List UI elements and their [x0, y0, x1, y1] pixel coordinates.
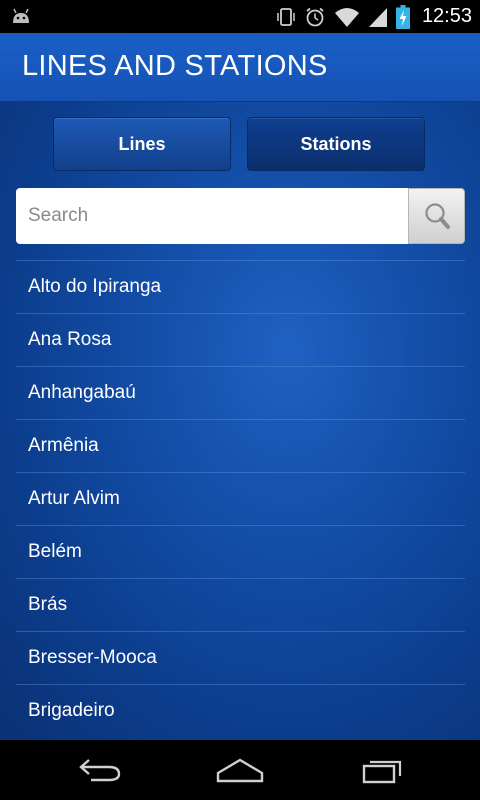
tab-stations[interactable]: Stations: [247, 117, 425, 171]
list-item[interactable]: Bresser-Mooca: [16, 631, 465, 684]
station-list: Alto do Ipiranga Ana Rosa Anhangabaú Arm…: [16, 260, 465, 737]
back-icon: [79, 759, 121, 782]
app-content: LINES AND STATIONS Lines Stations Alto d…: [0, 33, 480, 740]
list-item[interactable]: Belém: [16, 525, 465, 578]
list-item[interactable]: Alto do Ipiranga: [16, 260, 465, 313]
status-time: 12:53: [421, 5, 472, 27]
recent-apps-icon: [362, 760, 402, 784]
vibrate-icon: [277, 7, 295, 26]
list-item[interactable]: Brigadeiro: [16, 684, 465, 737]
android-notification-icon: [13, 8, 29, 23]
list-item[interactable]: Ana Rosa: [16, 313, 465, 366]
search-button[interactable]: [408, 188, 465, 244]
header: LINES AND STATIONS: [0, 33, 480, 102]
list-item[interactable]: Armênia: [16, 419, 465, 472]
list-item[interactable]: Artur Alvim: [16, 472, 465, 525]
home-button[interactable]: [215, 754, 265, 786]
list-item[interactable]: Brás: [16, 578, 465, 631]
list-item[interactable]: Anhangabaú: [16, 366, 465, 419]
navigation-bar: [0, 740, 480, 800]
signal-icon: [368, 7, 387, 27]
tab-lines[interactable]: Lines: [53, 117, 231, 171]
wifi-icon: [334, 7, 359, 27]
back-button[interactable]: [75, 754, 125, 786]
search-input[interactable]: [16, 188, 410, 244]
tab-bar: Lines Stations: [53, 117, 428, 173]
page-title: LINES AND STATIONS: [22, 50, 328, 82]
recent-apps-button[interactable]: [356, 754, 406, 786]
status-bar: 12:53: [0, 0, 480, 33]
magnifier-icon: [424, 203, 450, 229]
alarm-icon: [306, 7, 324, 26]
battery-charging-icon: [395, 4, 410, 29]
home-icon: [216, 758, 264, 783]
search-bar: [16, 188, 465, 244]
